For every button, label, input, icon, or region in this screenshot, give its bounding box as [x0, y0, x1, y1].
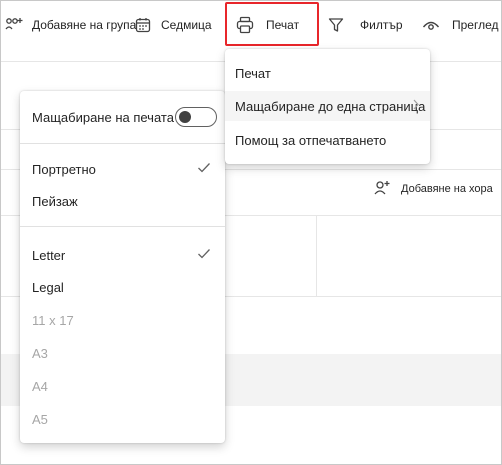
print-scaling-toggle-row[interactable]: Мащабиране на печата: [20, 99, 225, 135]
paper-size-a5: A5: [20, 403, 225, 435]
toolbar: Добавяне на група Седмица Печат Филтър П…: [1, 1, 501, 49]
menu-item-label: Печат: [235, 65, 271, 81]
menu-item-label: Помощ за отпечатването: [235, 132, 387, 148]
week-label: Седмица: [161, 18, 212, 32]
calendar-icon: [135, 17, 151, 33]
menu-item-print-help[interactable]: Помощ за отпечатването: [225, 125, 430, 155]
toggle-knob: [179, 111, 191, 123]
menu-item-print[interactable]: Печат: [225, 58, 430, 88]
view-label: Преглед: [452, 18, 499, 32]
print-dropdown-menu: Печат Мащабиране до една страница Помощ …: [225, 49, 430, 164]
paper-size-a4: A4: [20, 370, 225, 402]
print-button-highlight: [225, 2, 319, 46]
paper-size-label: Legal: [32, 279, 64, 295]
orientation-landscape[interactable]: Пейзаж: [20, 185, 225, 217]
check-icon: [197, 162, 211, 177]
filter-button[interactable]: Филтър: [328, 1, 403, 49]
filter-icon: [328, 17, 344, 33]
paper-size-letter[interactable]: Letter: [20, 239, 225, 271]
paper-size-label: 11 x 17: [32, 312, 74, 328]
filter-label: Филтър: [360, 18, 403, 32]
add-group-button[interactable]: Добавяне на група: [4, 1, 136, 49]
app-window: Добавяне на група Седмица Печат Филтър П…: [0, 0, 502, 465]
orientation-portrait[interactable]: Портретно: [20, 153, 225, 185]
add-people-label: Добавяне на хора: [401, 183, 493, 195]
view-button[interactable]: Преглед: [422, 1, 499, 49]
print-scaling-toggle[interactable]: [175, 107, 217, 127]
orientation-landscape-label: Пейзаж: [32, 193, 78, 209]
add-group-label: Добавяне на група: [32, 18, 137, 32]
add-people-button[interactable]: Добавяне на хора: [373, 177, 493, 201]
paper-size-label: A5: [32, 411, 48, 427]
paper-size-legal[interactable]: Legal: [20, 271, 225, 303]
menu-item-label: Мащабиране до една страница: [235, 98, 426, 114]
paper-size-label: Letter: [32, 247, 66, 263]
paper-size-a3: A3: [20, 337, 225, 369]
menu-item-fit-one-page[interactable]: Мащабиране до една страница: [225, 91, 430, 121]
print-scaling-label: Мащабиране на печата: [32, 109, 174, 125]
menu-separator: [20, 143, 225, 144]
week-button[interactable]: Седмица: [135, 1, 212, 49]
add-group-icon: [4, 16, 24, 34]
menu-separator: [20, 226, 225, 227]
paper-size-label: A4: [32, 378, 48, 394]
chevron-right-icon: [412, 99, 420, 114]
eye-icon: [422, 18, 440, 32]
orientation-portrait-label: Портретно: [32, 161, 96, 177]
paper-size-11x17: 11 x 17: [20, 304, 225, 336]
paper-size-label: A3: [32, 345, 48, 361]
print-scale-menu: Мащабиране на печата Портретно Пейзаж Le…: [20, 91, 225, 443]
add-person-icon: [373, 179, 391, 200]
check-icon: [197, 248, 211, 263]
